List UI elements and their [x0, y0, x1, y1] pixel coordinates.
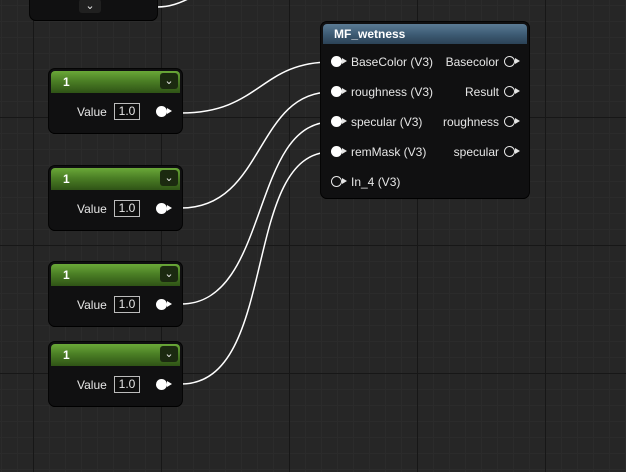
- node-title: 1: [63, 75, 70, 89]
- input-pin-icon[interactable]: [331, 146, 347, 157]
- node-header[interactable]: 1 ⌄: [51, 168, 180, 190]
- value-row: Value 1.0: [49, 196, 182, 222]
- output-pin-icon[interactable]: [504, 146, 520, 157]
- output-pin-roughness[interactable]: roughness: [409, 114, 520, 130]
- constant-node[interactable]: 1 ⌄ Value 1.0: [49, 262, 182, 326]
- collapsed-node-stub[interactable]: ⌄: [30, 0, 157, 20]
- value-field[interactable]: 1.0: [114, 376, 140, 393]
- value-row: Value 1.0: [49, 372, 182, 398]
- chevron-down-icon[interactable]: ⌄: [160, 73, 178, 89]
- input-pin-icon[interactable]: [331, 56, 347, 67]
- value-label: Value: [77, 105, 107, 119]
- value-row: Value 1.0: [49, 292, 182, 318]
- value-row: Value 1.0: [49, 99, 182, 125]
- constant-node[interactable]: 1 ⌄ Value 1.0: [49, 69, 182, 133]
- output-label: Basecolor: [445, 55, 499, 69]
- wire-const4-remmask: [180, 151, 332, 385]
- wire-const3-specular: [180, 121, 332, 305]
- output-pin-icon[interactable]: [504, 86, 520, 97]
- input-label: In_4 (V3): [351, 175, 401, 189]
- value-label: Value: [77, 298, 107, 312]
- output-label: roughness: [442, 115, 499, 129]
- output-pin-icon[interactable]: [156, 299, 172, 310]
- constant-node[interactable]: 1 ⌄ Value 1.0: [49, 166, 182, 230]
- value-field[interactable]: 1.0: [114, 296, 140, 313]
- node-header[interactable]: 1 ⌄: [51, 344, 180, 366]
- chevron-down-icon[interactable]: ⌄: [79, 0, 101, 13]
- value-field[interactable]: 1.0: [114, 200, 140, 217]
- node-header[interactable]: MF_wetness: [323, 24, 527, 44]
- output-pin-basecolor[interactable]: Basecolor: [409, 54, 520, 70]
- input-pin-icon[interactable]: [331, 116, 347, 127]
- wire-const1-basecolor: [180, 61, 332, 114]
- value-label: Value: [77, 378, 107, 392]
- chevron-down-icon[interactable]: ⌄: [160, 346, 178, 362]
- node-header[interactable]: 1 ⌄: [51, 264, 180, 286]
- constant-node[interactable]: 1 ⌄ Value 1.0: [49, 342, 182, 406]
- input-pin-icon[interactable]: [331, 176, 347, 187]
- node-title: MF_wetness: [334, 27, 406, 41]
- output-pin-result[interactable]: Result: [409, 84, 520, 100]
- output-pin-icon[interactable]: [504, 116, 520, 127]
- output-label: specular: [453, 145, 499, 159]
- node-title: 1: [63, 348, 70, 362]
- wire-const2-roughness: [180, 91, 332, 209]
- node-title: 1: [63, 172, 70, 186]
- value-field[interactable]: 1.0: [114, 103, 140, 120]
- output-pin-icon[interactable]: [156, 379, 172, 390]
- material-function-node[interactable]: MF_wetness BaseColor (V3) roughness (V3)…: [321, 22, 529, 198]
- output-pin-specular[interactable]: specular: [409, 144, 520, 160]
- output-pin-icon[interactable]: [156, 203, 172, 214]
- wire-const1-basecolor: [156, 0, 188, 8]
- value-label: Value: [77, 202, 107, 216]
- input-pin-icon[interactable]: [331, 86, 347, 97]
- node-title: 1: [63, 268, 70, 282]
- node-header[interactable]: 1 ⌄: [51, 71, 180, 93]
- output-label: Result: [464, 85, 499, 99]
- chevron-down-icon[interactable]: ⌄: [160, 266, 178, 282]
- output-pin-icon[interactable]: [504, 56, 520, 67]
- chevron-down-icon[interactable]: ⌄: [160, 170, 178, 186]
- output-pin-icon[interactable]: [156, 106, 172, 117]
